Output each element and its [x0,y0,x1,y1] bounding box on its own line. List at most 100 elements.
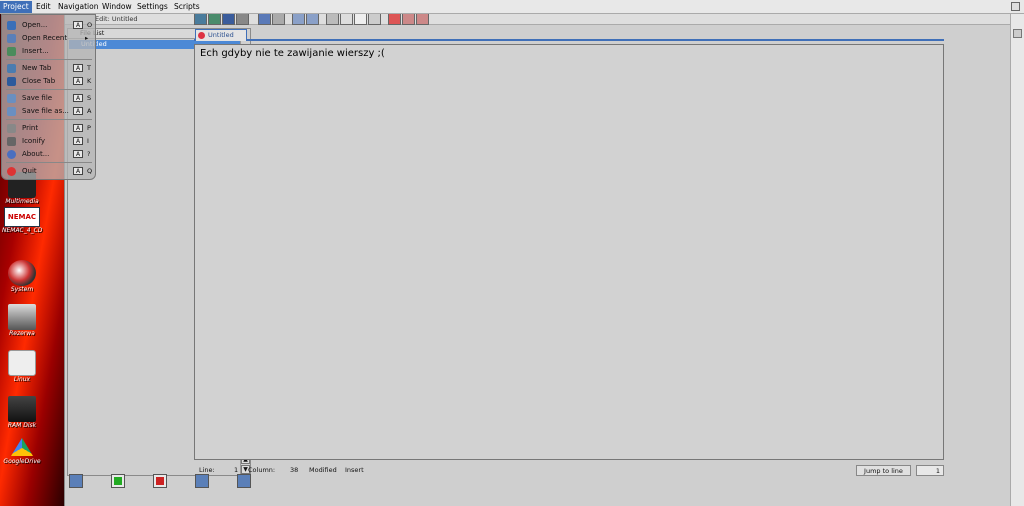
iconify-icon [7,137,16,146]
menu-shortcut: T [87,64,91,72]
recent-icon [7,34,16,43]
tab-untitled[interactable]: Untitled [195,29,247,41]
quit-icon [7,167,16,176]
menu-settings[interactable]: Settings [134,1,171,13]
amiga-key-icon: A [73,21,83,29]
save-as-icon [7,107,16,116]
menu-item-insert[interactable]: Insert... [2,45,95,57]
desktop-icon-ramdisk[interactable]: RAM Disk [2,396,42,429]
menu-window[interactable]: Window [99,1,135,13]
menu-shortcut: S [87,94,92,102]
menu-separator [6,89,92,90]
depth-gadget-icon[interactable] [1013,29,1022,38]
file-list-buttons [67,474,251,490]
drive-icon [8,304,36,330]
menu-item-open-recent[interactable]: Open Recent ▸ [2,32,95,44]
insert-icon [7,47,16,56]
amiga-key-icon: A [73,124,83,132]
close-tab-icon[interactable] [198,32,205,39]
line-label: Line: [199,466,215,474]
menu-item-label: Iconify [22,137,46,145]
toolbar [194,12,454,26]
amiga-key-icon: A [73,107,83,115]
menu-scripts[interactable]: Scripts [171,1,203,13]
modified-status: Modified [309,466,337,474]
desktop-icon-googledrive[interactable]: GoogleDrive [2,438,42,465]
about-icon [7,150,16,159]
tab-label: Untitled [208,31,234,39]
google-drive-icon [11,438,33,456]
line-number-input[interactable]: 1 [916,465,944,476]
desktop-icon-label: RAM Disk [7,422,37,429]
text-editor[interactable]: Ech gdyby nie te zawijanie wierszy ;( [194,44,944,460]
status-bar: Line: 1 Column: 38 Modified Insert Jump … [194,465,944,476]
menu-item-iconify[interactable]: Iconify A I [2,135,95,147]
menu-item-quit[interactable]: Quit A Q [2,165,95,177]
menu-item-label: Open Recent [22,34,68,42]
menu-item-label: New Tab [22,64,52,72]
menu-shortcut: I [87,137,89,145]
window-list-icon[interactable] [69,474,83,488]
column-value: 38 [290,466,299,474]
folder-icon [7,21,16,30]
new-tab-icon [7,64,16,73]
linux-icon [8,350,36,376]
edit-mode: Insert [345,466,364,474]
desktop-icon-label: Multimedia [5,198,39,205]
menu-item-label: Print [22,124,39,132]
ram-disk-icon [8,396,36,422]
menu-item-label: Open... [22,21,48,29]
print-icon [7,124,16,133]
amiga-key-icon: A [73,77,83,85]
menu-item-open[interactable]: Open... A O [2,19,95,31]
jump-to-line-button[interactable]: Jump to line [856,465,911,476]
editor-text: Ech gdyby nie te zawijanie wierszy ;( [200,48,385,59]
move-down-icon[interactable] [237,474,251,488]
menu-shortcut: A [87,107,92,115]
nemac-logo-icon: NEMAC [4,207,40,227]
menu-item-label: Close Tab [22,77,56,85]
desktop-icon-label: Linux [13,376,31,383]
submenu-arrow-icon: ▸ [85,34,89,42]
menu-project[interactable]: Project [0,1,32,13]
save-icon [7,94,16,103]
remove-file-icon[interactable] [153,474,167,488]
window-depth-icon[interactable] [1011,2,1020,11]
add-file-icon[interactable] [111,474,125,488]
menu-shortcut: K [87,77,92,85]
menu-item-label: About... [22,150,50,158]
desktop-icon-linux[interactable]: Linux [2,350,42,383]
desktop-icon-label: NEMAC_4_CD [2,227,43,234]
menu-separator [6,162,92,163]
desktop-icon-label: GoogleDrive [3,458,41,465]
amiga-key-icon: A [73,150,83,158]
desktop-icon-system[interactable]: System [2,260,42,293]
menu-item-label: Save file [22,94,53,102]
right-gutter [1010,14,1024,506]
menu-shortcut: P [87,124,91,132]
line-value: 1 [234,466,239,474]
menu-item-save-file[interactable]: Save file A S [2,92,95,104]
menu-navigation[interactable]: Navigation [55,1,101,13]
menu-item-label: Save file as... [22,107,69,115]
menu-item-label: Insert... [22,47,49,55]
menu-separator [6,59,92,60]
amiga-key-icon: A [73,64,83,72]
menu-shortcut: ? [87,150,91,158]
move-up-icon[interactable] [195,474,209,488]
amiga-key-icon: A [73,167,83,175]
tab-bar: Untitled [194,28,944,41]
menu-item-close-tab[interactable]: Close Tab A K [2,75,95,87]
menu-separator [6,119,92,120]
menu-item-about[interactable]: About... A ? [2,148,95,160]
desktop-icon-rezerwa[interactable]: Rezerwa [2,304,42,337]
desktop-icon-label: Rezerwa [9,330,35,337]
menu-item-print[interactable]: Print A P [2,122,95,134]
desktop-icon-label: System [10,286,34,293]
menu-edit[interactable]: Edit [33,1,54,13]
desktop-icon-nemac[interactable]: NEMAC NEMAC_4_CD [2,207,42,234]
amiga-key-icon: A [73,94,83,102]
menu-item-label: Quit [22,167,37,175]
menu-item-new-tab[interactable]: New Tab A T [2,62,95,74]
menu-item-save-file-as[interactable]: Save file as... A A [2,105,95,117]
